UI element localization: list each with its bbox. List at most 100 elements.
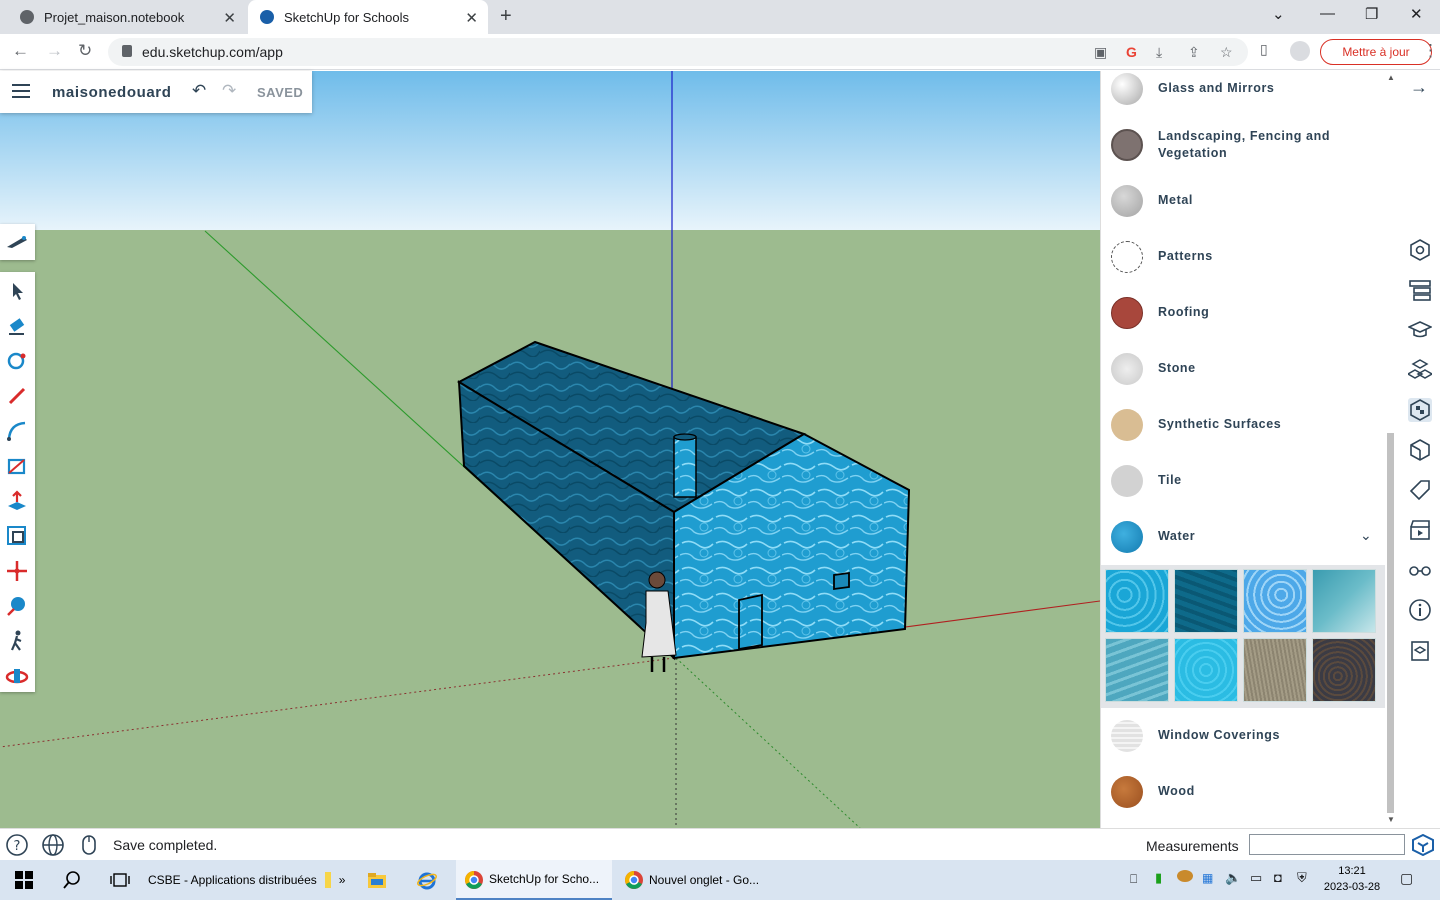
display-tray-icon[interactable]: ▭ — [1250, 870, 1262, 886]
arc-tool-icon[interactable] — [4, 418, 30, 444]
category-metal[interactable]: Metal — [1101, 173, 1385, 229]
taskbar-newtab-window[interactable]: Nouvel onglet - Go... — [616, 860, 772, 900]
redo-icon[interactable]: ↷ — [222, 81, 236, 101]
scroll-up-arrow-icon[interactable]: ▲ — [1387, 73, 1395, 82]
close-window-button[interactable]: ✕ — [1410, 5, 1423, 23]
download-icon[interactable]: ⤓ — [1156, 44, 1162, 61]
collapse-panel-icon[interactable]: → — [1410, 77, 1428, 98]
reload-button[interactable]: ↻ — [78, 41, 92, 61]
project-name[interactable]: maisonedouard — [52, 84, 172, 101]
taskbar-csbe-toolbar[interactable]: CSBE - Applications distribuées » — [148, 860, 345, 900]
volume-icon[interactable]: 🔈 — [1225, 870, 1241, 886]
hamburger-menu-icon[interactable] — [12, 84, 30, 98]
category-water[interactable]: Water — [1101, 509, 1385, 565]
texture-swatch[interactable] — [1105, 569, 1169, 633]
tape-measure-icon[interactable] — [4, 593, 30, 619]
window[interactable] — [833, 571, 850, 591]
measurements-input[interactable] — [1249, 834, 1405, 855]
category-window-coverings[interactable]: Window Coverings — [1101, 708, 1385, 764]
search-icon[interactable] — [62, 870, 82, 890]
solid-inspector-icon[interactable] — [1408, 638, 1432, 662]
styles-icon[interactable] — [1408, 438, 1432, 462]
new-tab-button[interactable]: + — [500, 5, 512, 28]
taskbar-sketchup-window[interactable]: SketchUp for Scho... — [456, 860, 612, 900]
category-patterns[interactable]: Patterns — [1101, 229, 1385, 285]
maximize-button[interactable]: ❐ — [1365, 5, 1378, 23]
pencil-tool-icon[interactable] — [4, 383, 30, 409]
tray-orange-icon[interactable] — [1177, 870, 1193, 882]
model-info-icon[interactable] — [1408, 598, 1432, 622]
entity-info-icon[interactable] — [1408, 238, 1432, 262]
install-app-icon[interactable]: ▣ — [1094, 44, 1107, 61]
outliner-icon[interactable] — [1408, 278, 1432, 302]
category-landscaping[interactable]: Landscaping, Fencing and Vegetation — [1101, 117, 1385, 173]
offset-tool-icon[interactable] — [4, 523, 30, 549]
category-roofing[interactable]: Roofing — [1101, 285, 1385, 341]
tray-app-icon[interactable]: ◘ — [1274, 870, 1282, 885]
components-icon[interactable] — [1406, 358, 1434, 382]
texture-swatch[interactable] — [1243, 569, 1307, 633]
browser-tab-projet[interactable]: Projet_maison.notebook ✕ — [8, 0, 246, 34]
minimize-button[interactable]: — — [1320, 5, 1335, 22]
panel-scrollbar-thumb[interactable] — [1387, 433, 1394, 813]
category-glass-and-mirrors[interactable]: Glass and Mirrors — [1101, 71, 1385, 117]
category-tile[interactable]: Tile — [1101, 453, 1385, 509]
tray-green-icon[interactable]: ▮ — [1155, 870, 1162, 886]
texture-swatch[interactable] — [1105, 638, 1169, 702]
category-wood[interactable]: Wood — [1101, 764, 1385, 820]
close-tab-icon[interactable]: ✕ — [465, 9, 478, 27]
texture-swatch[interactable] — [1174, 638, 1238, 702]
browser-tab-sketchup[interactable]: SketchUp for Schools ✕ — [248, 0, 488, 34]
overflow-chevron-icon[interactable]: » — [339, 873, 346, 887]
select-tool-icon[interactable] — [4, 278, 30, 304]
chimney[interactable] — [673, 436, 697, 498]
materials-icon[interactable] — [1408, 398, 1432, 422]
bookmark-star-icon[interactable]: ☆ — [1220, 44, 1233, 61]
google-icon[interactable]: G — [1126, 44, 1137, 60]
forward-button[interactable]: → — [46, 41, 63, 61]
texture-swatch[interactable] — [1243, 638, 1307, 702]
undo-icon[interactable]: ↶ — [192, 81, 206, 101]
chevron-down-icon[interactable]: ⌄ — [1360, 527, 1372, 544]
back-button[interactable]: ← — [12, 41, 29, 61]
update-button[interactable]: Mettre à jour — [1320, 39, 1432, 65]
close-tab-icon[interactable]: ✕ — [223, 9, 236, 27]
security-shield-icon[interactable]: ⛨ — [1297, 870, 1307, 886]
scroll-down-arrow-icon[interactable]: ▼ — [1387, 815, 1395, 824]
help-icon[interactable]: ? — [6, 834, 28, 856]
3d-viewport[interactable] — [0, 71, 1100, 828]
mouse-icon[interactable] — [78, 834, 100, 856]
orbit-tool-icon[interactable] — [4, 663, 30, 689]
category-synthetic-surfaces[interactable]: Synthetic Surfaces — [1101, 397, 1385, 453]
usb-device-icon[interactable]: ⎕ — [1130, 872, 1137, 887]
move-tool-icon[interactable] — [4, 558, 30, 584]
texture-swatch[interactable] — [1312, 569, 1376, 633]
language-globe-icon[interactable] — [42, 834, 64, 856]
display-icon[interactable] — [1408, 558, 1432, 582]
tray-network-icon[interactable]: ▦ — [1202, 871, 1213, 885]
paint-bucket-icon[interactable] — [4, 348, 30, 374]
side-panel-icon[interactable]: ▯ — [1260, 41, 1268, 58]
category-stone[interactable]: Stone — [1101, 341, 1385, 397]
notifications-icon[interactable]: ▢ — [1400, 870, 1413, 887]
share-icon[interactable]: ⇪ — [1188, 44, 1200, 61]
system-clock[interactable]: 13:21 2023-03-28 — [1320, 863, 1384, 895]
eraser-tool-icon[interactable] — [4, 313, 30, 339]
instructor-icon[interactable] — [1407, 318, 1433, 342]
internet-explorer-icon[interactable] — [417, 870, 437, 890]
tags-icon[interactable] — [1408, 478, 1432, 502]
walk-tool-icon[interactable] — [4, 628, 30, 654]
scene-canvas[interactable] — [0, 71, 1100, 828]
rectangle-tool-icon[interactable] — [4, 453, 30, 479]
door[interactable] — [738, 593, 763, 651]
search-tools-icon[interactable] — [4, 229, 30, 255]
texture-swatch[interactable] — [1312, 638, 1376, 702]
scenes-icon[interactable] — [1408, 518, 1432, 542]
address-bar[interactable]: edu.sketchup.com/app ▣ G ⤓ ⇪ ☆ — [108, 38, 1248, 66]
menu-dots-icon[interactable]: ⋮ — [1422, 41, 1439, 61]
texture-swatch[interactable] — [1174, 569, 1238, 633]
profile-avatar[interactable] — [1290, 41, 1310, 61]
file-explorer-icon[interactable] — [367, 870, 387, 890]
windows-start-icon[interactable] — [14, 870, 34, 890]
tab-search-icon[interactable]: ⌄ — [1272, 5, 1285, 23]
